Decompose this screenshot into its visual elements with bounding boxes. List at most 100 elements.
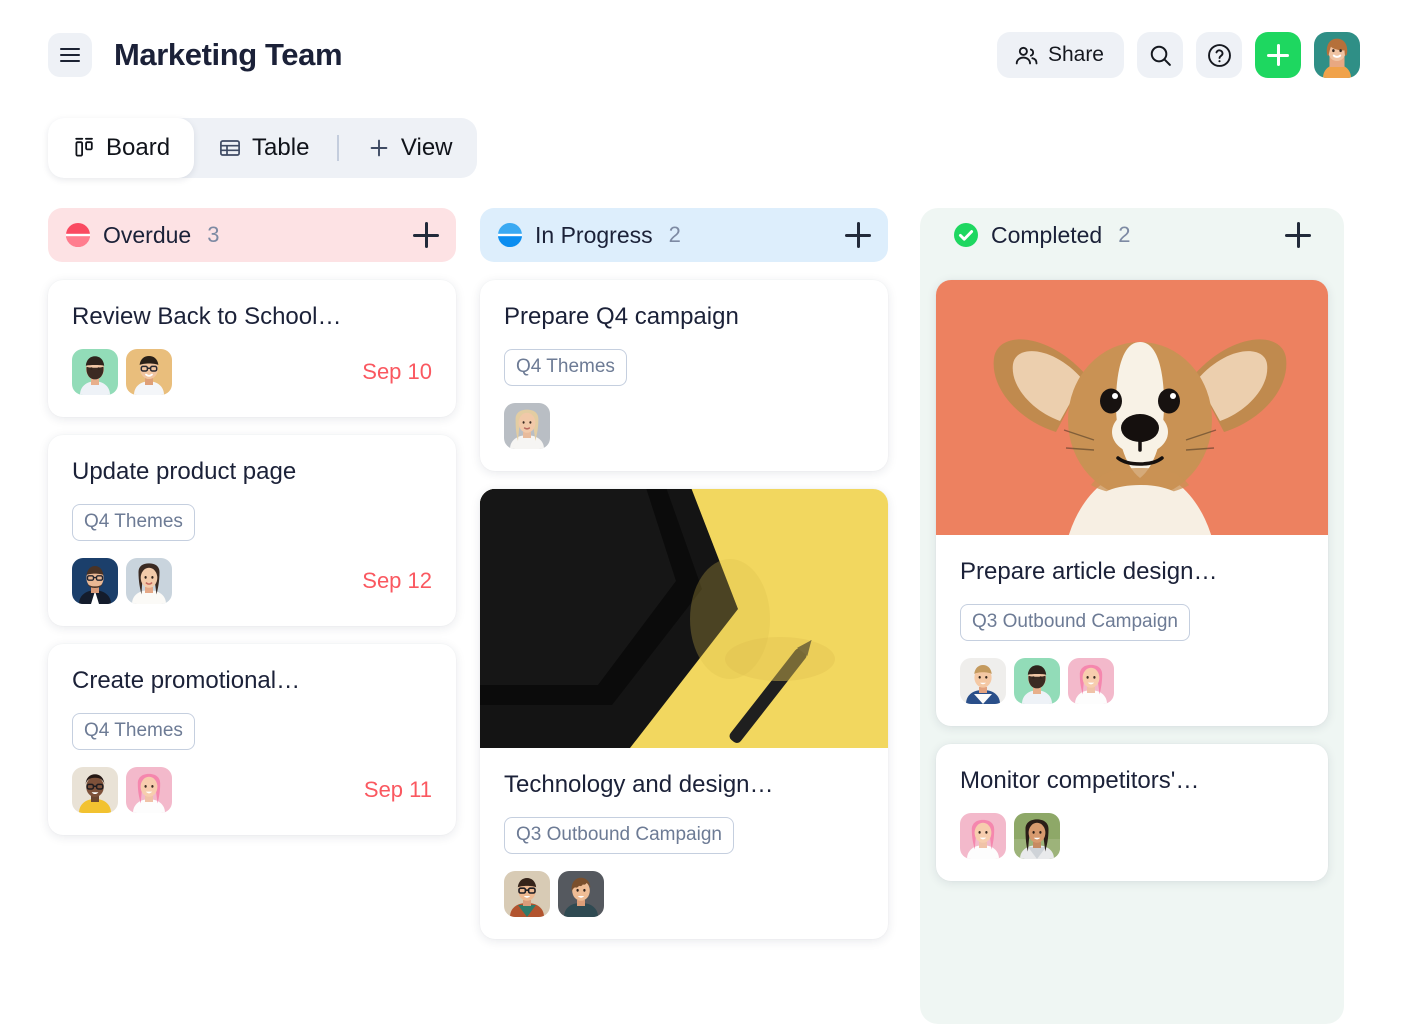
- add-card-button-completed[interactable]: [1285, 222, 1311, 248]
- task-card-body: Prepare Q4 campaign Q4 Themes: [480, 280, 888, 471]
- task-card-body: Prepare article design… Q3 Outbound Camp…: [936, 535, 1328, 726]
- due-date: Sep 12: [362, 568, 432, 593]
- tab-board[interactable]: Board: [48, 118, 195, 178]
- plus-icon: [367, 136, 391, 160]
- task-title: Monitor competitors'…: [960, 767, 1200, 794]
- board-column-overdue: Overdue 3 Review Back to School… Sep 10 …: [48, 208, 456, 1024]
- task-card-footer: [504, 871, 864, 917]
- avatar-young-man-white[interactable]: [960, 658, 1006, 704]
- search-button[interactable]: [1137, 32, 1183, 78]
- board-column-completed: Completed 2 Prepare article design… Q3 O…: [920, 208, 1344, 1024]
- table-grid-icon: [218, 136, 242, 160]
- avatar-woman-longhair-light[interactable]: [126, 558, 172, 604]
- question-mark-circle-icon: [1206, 42, 1233, 69]
- avatar-bearded-man-green[interactable]: [72, 349, 118, 395]
- assignee-avatars: [72, 349, 172, 395]
- task-card-body: Review Back to School… Sep 10: [48, 280, 456, 417]
- task-card-body: Technology and design… Q3 Outbound Campa…: [480, 748, 888, 939]
- avatar-woman-darkhair-green[interactable]: [1014, 813, 1060, 859]
- top-bar: Marketing Team Share: [0, 0, 1408, 110]
- task-card-footer: Sep 12: [72, 558, 432, 604]
- column-header-in-progress: In Progress 2: [480, 208, 888, 262]
- board-column-in-progress: In Progress 2 Prepare Q4 campaign Q4 The…: [480, 208, 888, 1024]
- avatar[interactable]: [1314, 32, 1360, 78]
- search-icon: [1148, 43, 1173, 68]
- avatar-man-curly-grey[interactable]: [558, 871, 604, 917]
- task-card[interactable]: Create promotional… Q4 Themes Sep 11: [48, 644, 456, 835]
- task-card-footer: [504, 403, 864, 449]
- card-list-completed: Prepare article design… Q3 Outbound Camp…: [936, 280, 1328, 881]
- task-card[interactable]: Prepare Q4 campaign Q4 Themes: [480, 280, 888, 471]
- column-title: Completed: [991, 221, 1103, 248]
- add-card-button-overdue[interactable]: [413, 222, 439, 248]
- column-count: 2: [1118, 222, 1131, 247]
- card-list-in-progress: Prepare Q4 campaign Q4 Themes Technology…: [480, 280, 888, 939]
- assignee-avatars: [960, 658, 1114, 704]
- plus-icon: [1267, 44, 1289, 66]
- help-button[interactable]: [1196, 32, 1242, 78]
- task-card-footer: Sep 10: [72, 349, 432, 395]
- avatar-bearded-man-green[interactable]: [1014, 658, 1060, 704]
- assignee-avatars: [504, 871, 604, 917]
- column-header-completed: Completed 2: [936, 208, 1328, 262]
- column-count: 3: [207, 222, 220, 247]
- avatar-woman-pinkhair[interactable]: [126, 767, 172, 813]
- avatar-woman-glasses-cream[interactable]: [72, 767, 118, 813]
- due-date: Sep 11: [363, 777, 432, 802]
- tab-board-label: Board: [106, 134, 171, 161]
- due-date: Sep 10: [362, 359, 432, 384]
- task-tag[interactable]: Q3 Outbound Campaign: [960, 604, 1190, 641]
- half-filled-circle-red-icon: [65, 222, 91, 248]
- kanban-board: Overdue 3 Review Back to School… Sep 10 …: [0, 208, 1408, 1024]
- share-button[interactable]: Share: [996, 32, 1124, 78]
- people-icon: [1014, 43, 1039, 68]
- board-columns-icon: [72, 136, 96, 160]
- tablet-stylus-yellow-photo: [480, 489, 888, 748]
- share-label: Share: [1047, 43, 1104, 66]
- task-card[interactable]: Review Back to School… Sep 10: [48, 280, 456, 417]
- task-card-footer: [960, 813, 1304, 859]
- avatar-woman-pinkhair[interactable]: [960, 813, 1006, 859]
- task-card[interactable]: Technology and design… Q3 Outbound Campa…: [480, 489, 888, 939]
- tab-table[interactable]: Table: [194, 118, 333, 178]
- avatar-woman-pinkhair[interactable]: [1068, 658, 1114, 704]
- task-card[interactable]: Prepare article design… Q3 Outbound Camp…: [936, 280, 1328, 726]
- add-item-button[interactable]: [1255, 32, 1301, 78]
- task-tag[interactable]: Q4 Themes: [72, 713, 195, 750]
- column-count: 2: [668, 222, 681, 247]
- add-card-button-in-progress[interactable]: [845, 222, 871, 248]
- task-card[interactable]: Monitor competitors'…: [936, 744, 1328, 881]
- assignee-avatars: [72, 558, 172, 604]
- assignee-avatars: [960, 813, 1060, 859]
- view-tabs: Board Table View: [48, 118, 477, 178]
- hamburger-menu-button[interactable]: [48, 33, 92, 77]
- avatar-blonde-woman-grey[interactable]: [504, 403, 550, 449]
- top-bar-actions: Share: [996, 32, 1360, 78]
- task-card-body: Update product page Q4 Themes Sep 12: [48, 435, 456, 626]
- page-title: Marketing Team: [114, 37, 343, 72]
- task-card-footer: Sep 11: [72, 767, 432, 813]
- add-view-button[interactable]: View: [343, 118, 477, 178]
- task-title: Update product page: [72, 458, 297, 485]
- task-tag[interactable]: Q4 Themes: [504, 349, 627, 386]
- task-title: Create promotional…: [72, 667, 301, 694]
- task-tag[interactable]: Q3 Outbound Campaign: [504, 817, 734, 854]
- avatar-man-glasses-beige[interactable]: [504, 871, 550, 917]
- task-card-footer: [960, 658, 1304, 704]
- task-title: Review Back to School…: [72, 303, 342, 330]
- assignee-avatars: [504, 403, 550, 449]
- task-tag[interactable]: Q4 Themes: [72, 504, 195, 541]
- corgi-puppy-coral-photo: [936, 280, 1328, 535]
- half-filled-circle-blue-icon: [497, 222, 523, 248]
- check-circle-green-icon: [953, 222, 979, 248]
- column-header-overdue: Overdue 3: [48, 208, 456, 262]
- column-title: In Progress: [535, 221, 653, 248]
- card-list-overdue: Review Back to School… Sep 10 Update pro…: [48, 280, 456, 835]
- avatar-man-suit-navy[interactable]: [72, 558, 118, 604]
- hamburger-menu-icon: [60, 48, 80, 62]
- assignee-avatars: [72, 767, 172, 813]
- task-title: Technology and design…: [504, 771, 774, 798]
- task-card[interactable]: Update product page Q4 Themes Sep 12: [48, 435, 456, 626]
- tab-divider: [337, 135, 339, 161]
- avatar-man-glasses-tan[interactable]: [126, 349, 172, 395]
